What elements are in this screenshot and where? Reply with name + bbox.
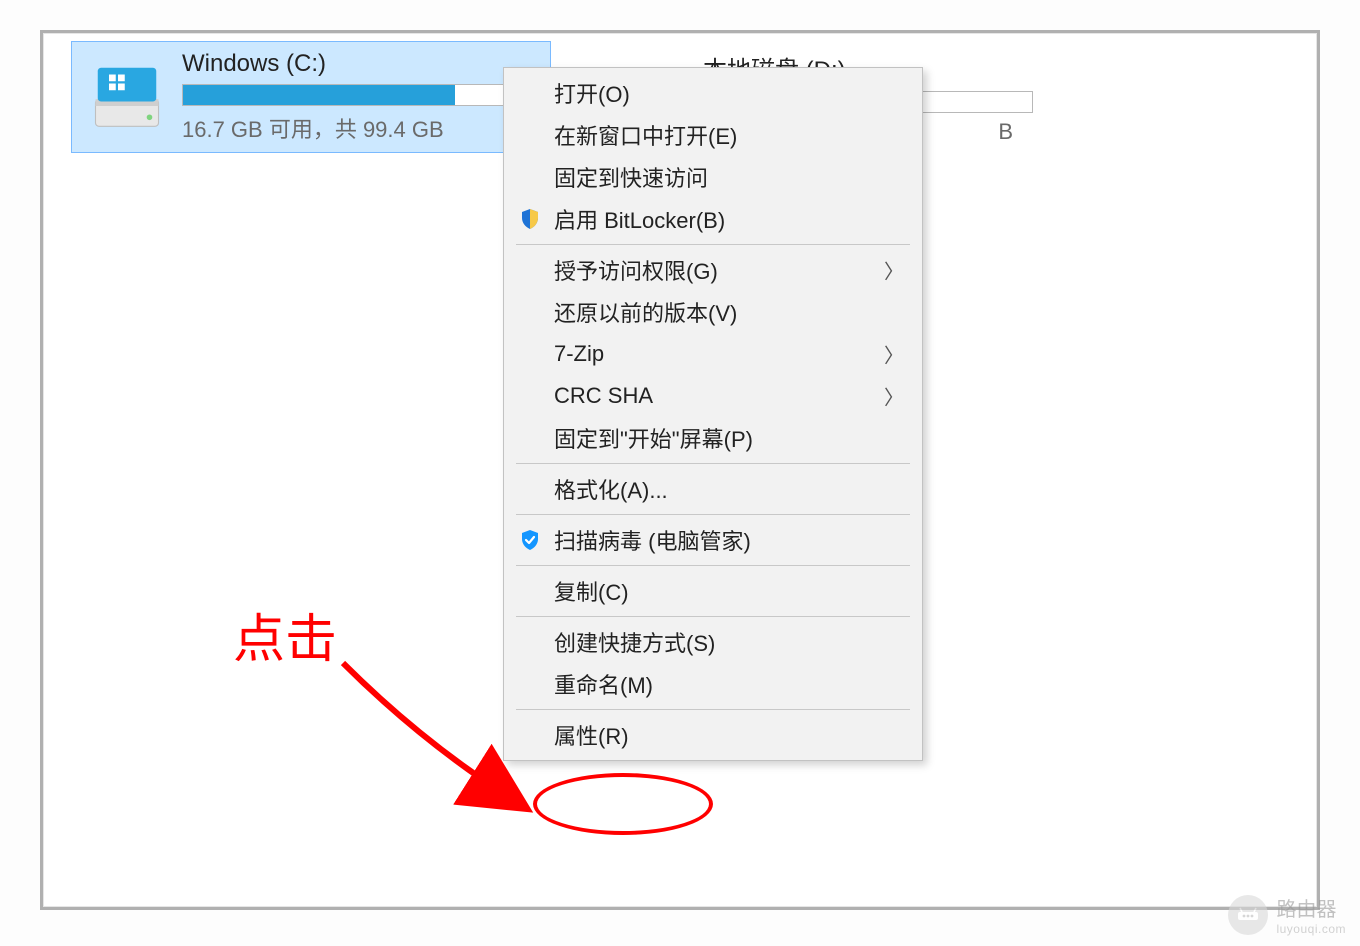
menu-copy-label: 复制(C) [554, 575, 629, 607]
menu-separator [516, 514, 910, 515]
menu-format[interactable]: 格式化(A)... [506, 468, 920, 510]
drive-c-icon [72, 42, 182, 152]
disk-drive-icon [91, 61, 163, 133]
menu-pin-quick-access[interactable]: 固定到快速访问 [506, 156, 920, 198]
annotation-highlight-ellipse [533, 773, 713, 835]
chevron-right-icon: 〉 [884, 256, 904, 285]
chevron-right-icon: 〉 [884, 340, 904, 369]
menu-scan-virus[interactable]: 扫描病毒 (电脑管家) [506, 519, 920, 561]
menu-create-shortcut[interactable]: 创建快捷方式(S) [506, 621, 920, 663]
menu-format-label: 格式化(A)... [554, 473, 668, 505]
menu-properties-label: 属性(R) [554, 719, 629, 751]
context-menu: 打开(O) 在新窗口中打开(E) 固定到快速访问 启用 BitLocker(B)… [503, 67, 923, 761]
menu-properties[interactable]: 属性(R) [506, 714, 920, 756]
menu-grant-access[interactable]: 授予访问权限(G) 〉 [506, 249, 920, 291]
menu-restore-previous[interactable]: 还原以前的版本(V) [506, 291, 920, 333]
menu-copy[interactable]: 复制(C) [506, 570, 920, 612]
drive-c-usage-bar [182, 84, 512, 106]
menu-scan-virus-label: 扫描病毒 (电脑管家) [554, 524, 751, 556]
watermark-sub: luyouqi.com [1276, 922, 1346, 936]
menu-rename-label: 重命名(M) [554, 668, 653, 700]
chevron-right-icon: 〉 [884, 382, 904, 411]
menu-7zip[interactable]: 7-Zip 〉 [506, 333, 920, 375]
menu-separator [516, 709, 910, 710]
menu-7zip-label: 7-Zip [554, 341, 604, 367]
menu-separator [516, 244, 910, 245]
explorer-window-area: 本地磁盘 (D:) B Wi [40, 30, 1320, 910]
menu-create-shortcut-label: 创建快捷方式(S) [554, 626, 715, 658]
menu-pin-start[interactable]: 固定到"开始"屏幕(P) [506, 417, 920, 459]
antivirus-shield-icon [516, 526, 544, 554]
menu-grant-access-label: 授予访问权限(G) [554, 254, 718, 286]
menu-restore-previous-label: 还原以前的版本(V) [554, 296, 737, 328]
menu-open-label: 打开(O) [554, 77, 630, 109]
watermark-icon [1228, 895, 1268, 935]
drive-c-usage-fill [183, 85, 455, 105]
menu-bitlocker-label: 启用 BitLocker(B) [554, 203, 725, 235]
menu-bitlocker[interactable]: 启用 BitLocker(B) [506, 198, 920, 240]
watermark-title: 路由器 [1276, 893, 1346, 922]
drive-c-item[interactable]: Windows (C:) 16.7 GB 可用，共 99.4 GB [71, 41, 551, 153]
menu-open-new-window[interactable]: 在新窗口中打开(E) [506, 114, 920, 156]
menu-pin-start-label: 固定到"开始"屏幕(P) [554, 422, 753, 454]
menu-pin-quick-access-label: 固定到快速访问 [554, 161, 708, 193]
menu-separator [516, 616, 910, 617]
annotation-label: 点击 [233, 597, 337, 672]
drive-c-usage-text: 16.7 GB 可用，共 99.4 GB [182, 112, 538, 144]
menu-separator [516, 565, 910, 566]
menu-crc-sha-label: CRC SHA [554, 383, 653, 409]
watermark: 路由器 luyouqi.com [1228, 893, 1346, 936]
shield-icon [516, 205, 544, 233]
menu-open[interactable]: 打开(O) [506, 72, 920, 114]
drive-c-label: Windows (C:) [182, 50, 538, 78]
menu-crc-sha[interactable]: CRC SHA 〉 [506, 375, 920, 417]
menu-open-new-window-label: 在新窗口中打开(E) [554, 119, 737, 151]
menu-separator [516, 463, 910, 464]
menu-rename[interactable]: 重命名(M) [506, 663, 920, 705]
